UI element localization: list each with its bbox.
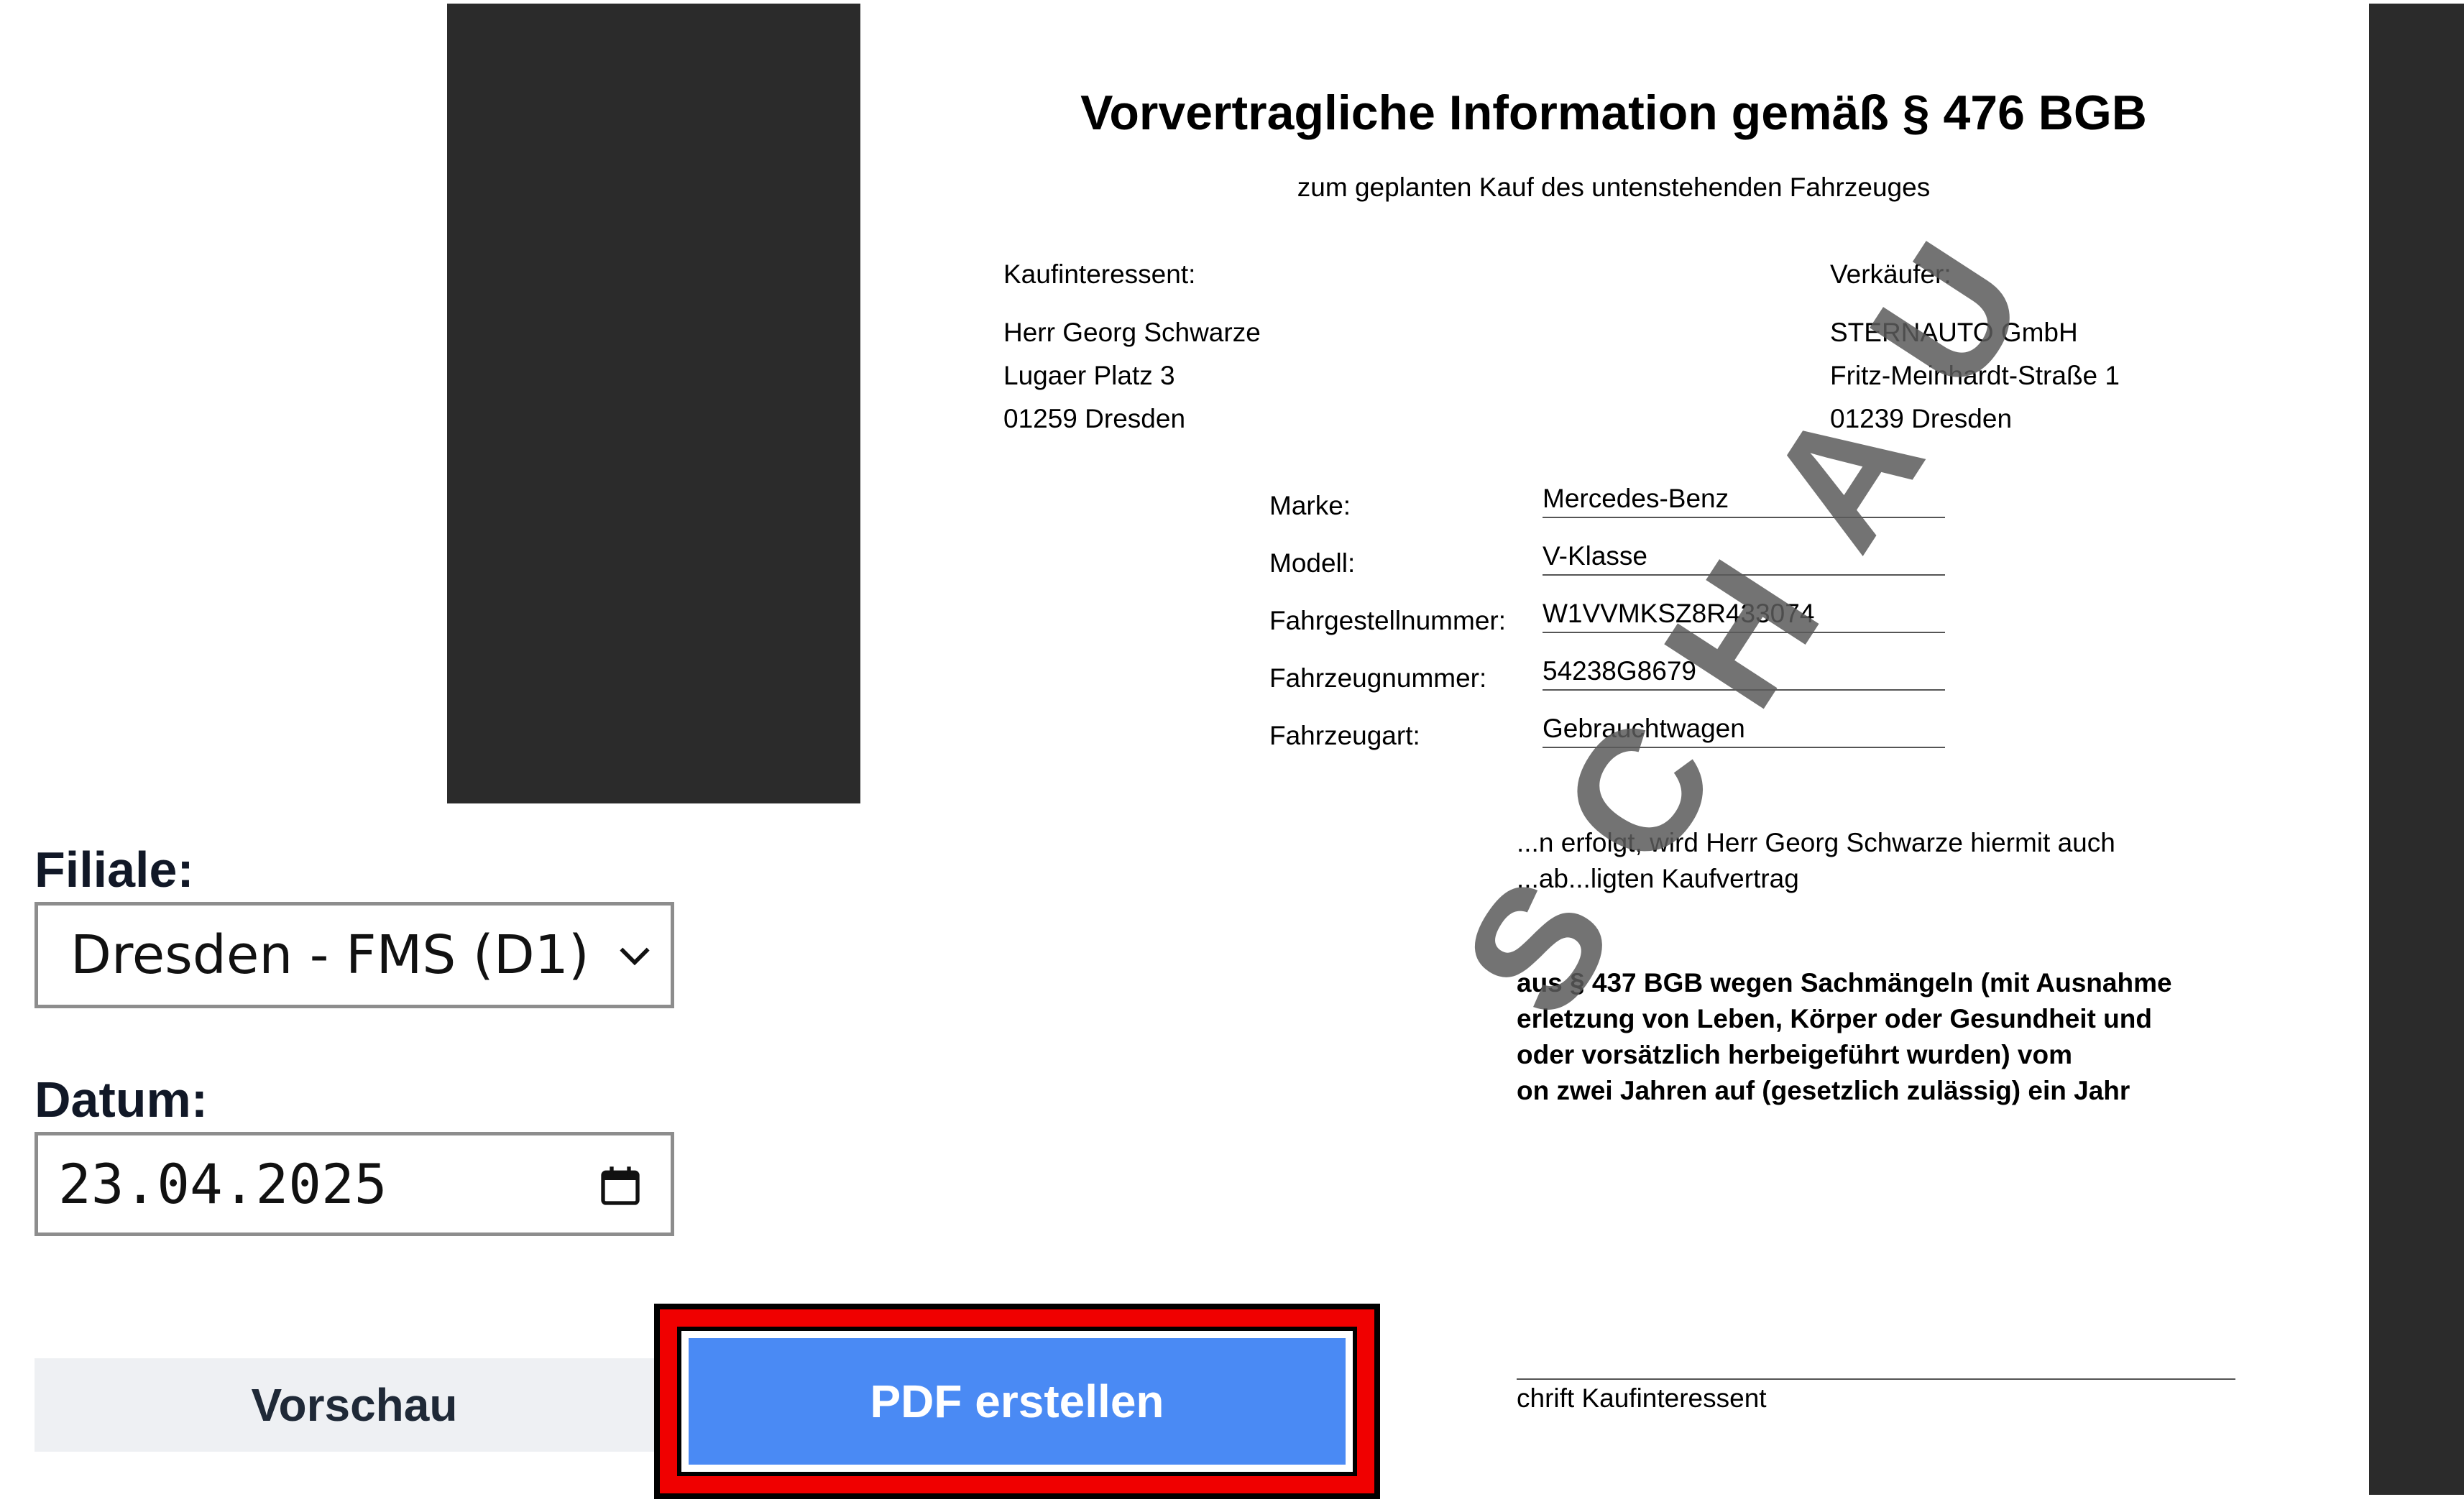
signature-line — [1517, 1378, 2235, 1380]
document-subtitle: zum geplanten Kauf des untenstehenden Fa… — [1297, 172, 1931, 202]
brand-label: Marke: — [1269, 491, 1351, 520]
preview-button[interactable]: Vorschau — [35, 1358, 674, 1452]
date-value: 23.04.2025 — [58, 1152, 387, 1216]
branch-selected-value: Dresden - FMS (D1) — [70, 924, 589, 986]
branch-label: Filiale: — [35, 842, 194, 898]
date-input[interactable]: 23.04.2025 — [35, 1132, 674, 1236]
redacted-panel — [447, 4, 860, 803]
calendar-icon[interactable] — [597, 1163, 643, 1209]
buyer-name: Herr Georg Schwarze — [1003, 318, 1261, 347]
buyer-street: Lugaer Platz 3 — [1003, 361, 1175, 390]
buyer-heading: Kaufinteressent: — [1003, 259, 1196, 289]
vin-label: Fahrgestellnummer: — [1269, 606, 1507, 635]
branch-select[interactable]: Dresden - FMS (D1) — [35, 902, 674, 1008]
buyer-city: 01259 Dresden — [1003, 404, 1186, 433]
highlight-frame: PDF erstellen — [654, 1304, 1380, 1499]
chevron-down-icon — [620, 947, 650, 966]
model-label: Modell: — [1269, 548, 1356, 578]
date-label: Datum: — [35, 1072, 208, 1128]
paragraph-line: on zwei Jahren auf (gesetzlich zulässig)… — [1517, 1076, 2130, 1105]
highlight-padding: PDF erstellen — [681, 1331, 1353, 1472]
document-title: Vorvertragliche Information gemäß § 476 … — [1080, 86, 2147, 140]
signature-label: chrift Kaufinteressent — [1517, 1383, 1767, 1413]
highlight-red-border: PDF erstellen — [660, 1309, 1374, 1493]
paragraph-line: oder vorsätzlich herbeigeführt wurden) v… — [1517, 1040, 2073, 1069]
vehicle-number-label: Fahrzeugnummer: — [1269, 663, 1487, 693]
create-pdf-button[interactable]: PDF erstellen — [689, 1338, 1346, 1465]
highlight-inner-border: PDF erstellen — [677, 1327, 1357, 1476]
vehicle-type-label: Fahrzeugart: — [1269, 721, 1420, 750]
right-dark-strip — [2369, 4, 2464, 1495]
